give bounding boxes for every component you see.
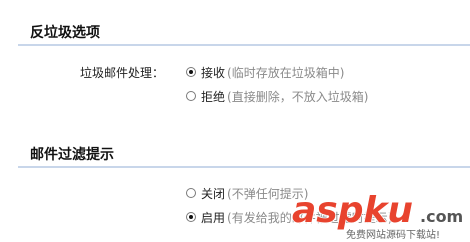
option-label: 关闭	[201, 186, 226, 201]
radio-option-reject[interactable]: 拒绝 (直接删除，不放入垃圾箱)	[186, 88, 368, 104]
option-description: (临时存放在垃圾箱中)	[227, 65, 345, 80]
watermark-dotcom: .com	[420, 207, 463, 226]
section-divider	[18, 166, 470, 168]
aspku-watermark-logo: aspku .com 免费网站源码下载站!	[291, 189, 463, 241]
radio-unchecked-icon[interactable]	[186, 188, 196, 198]
option-description: (直接删除，不放入垃圾箱)	[227, 89, 369, 104]
watermark-brand: aspku	[292, 190, 413, 231]
option-label: 接收	[201, 65, 226, 80]
radio-checked-icon[interactable]	[186, 67, 196, 77]
option-label: 启用	[201, 210, 226, 225]
spam-handling-label: 垃圾邮件处理：	[80, 66, 165, 80]
radio-unchecked-icon[interactable]	[186, 91, 196, 101]
radio-option-accept[interactable]: 接收 (临时存放在垃圾箱中)	[186, 64, 344, 80]
section-title-filter-notice: 邮件过滤提示	[30, 147, 114, 163]
section-title-antispam: 反垃圾选项	[30, 25, 100, 41]
watermark-tagline: 免费网站源码下载站!	[346, 228, 440, 241]
radio-checked-icon[interactable]	[186, 212, 196, 222]
option-label: 拒绝	[201, 89, 226, 104]
section-divider	[18, 44, 470, 46]
